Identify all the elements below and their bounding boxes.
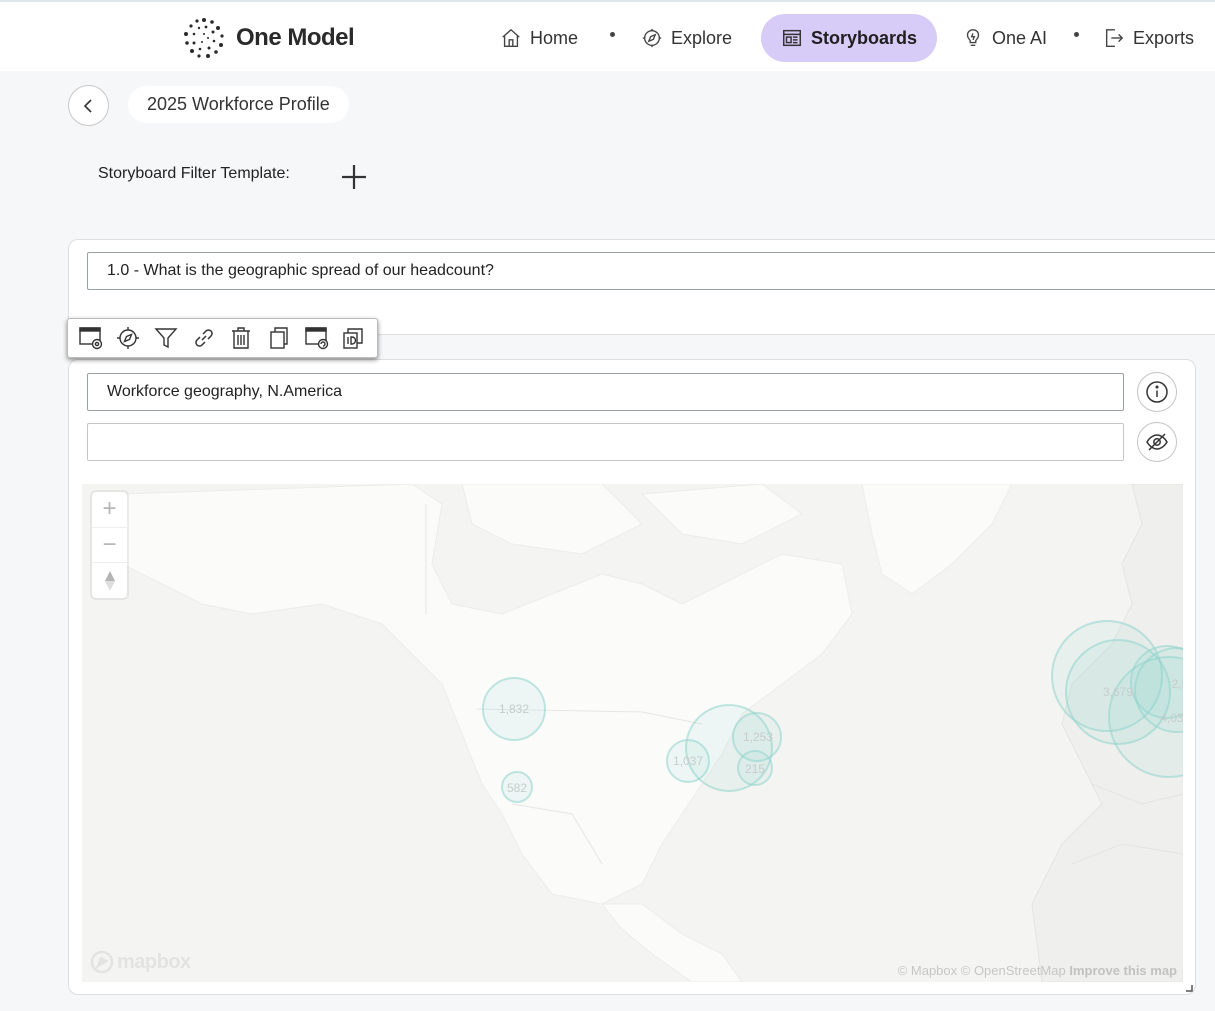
tile-refresh-icon (304, 327, 328, 350)
bubble-label: 1,832 (499, 702, 529, 716)
nav-explore[interactable]: Explore (641, 14, 732, 62)
nav-separator (610, 32, 615, 37)
link-button[interactable] (189, 323, 219, 353)
info-button[interactable] (1137, 372, 1177, 412)
link-icon (194, 329, 213, 347)
lightbulb-icon (966, 29, 980, 47)
logo-text: One Model (236, 24, 355, 51)
bubble-label: 582 (507, 781, 527, 795)
nav-storyboards[interactable]: Storyboards (761, 14, 938, 62)
nav-one-ai[interactable]: One AI (962, 14, 1047, 62)
chevron-left-icon (83, 98, 92, 113)
explore-tile-button[interactable] (113, 323, 143, 353)
tile-settings-button[interactable] (76, 323, 106, 353)
storyboard-icon (783, 29, 801, 47)
zoom-out-button[interactable]: − (92, 528, 127, 564)
tile-subtitle-field[interactable] (87, 423, 1124, 461)
zoom-in-button[interactable]: + (92, 492, 127, 528)
map-zoom-controls: + − (92, 492, 127, 598)
explore-icon (117, 327, 140, 349)
tile-settings-icon (79, 327, 103, 350)
visibility-toggle-button[interactable] (1137, 422, 1177, 462)
delete-icon (232, 327, 251, 349)
nav-home[interactable]: Home (500, 14, 578, 62)
section-title-field[interactable]: 1.0 - What is the geographic spread of o… (87, 252, 1215, 290)
compass-needle-icon (104, 570, 115, 591)
compass-reset-button[interactable] (92, 563, 127, 598)
nav-storyboards-label: Storyboards (811, 27, 918, 48)
improve-map-link[interactable]: Improve this map (1069, 963, 1177, 978)
eye-off-icon (1146, 433, 1168, 451)
filter-icon (154, 328, 178, 349)
compass-icon (642, 28, 662, 48)
filter-button[interactable] (151, 323, 181, 353)
copy-icon (270, 327, 288, 349)
filter-template-label: Storyboard Filter Template: (98, 165, 290, 182)
delete-button[interactable] (226, 323, 256, 353)
plus-icon (342, 165, 366, 189)
copy-button[interactable] (264, 323, 294, 353)
logo[interactable]: One Model (182, 16, 355, 60)
tile-refresh-button[interactable] (302, 323, 332, 353)
bubble-label: 215 (745, 762, 765, 776)
map-attribution: © Mapbox © OpenStreetMap Improve this ma… (898, 963, 1177, 978)
tile-resize-handle[interactable] (1184, 983, 1194, 993)
tile-title-field[interactable]: Workforce geography, N.America (87, 373, 1124, 411)
one-model-logo-icon (184, 18, 224, 58)
storyboard-title: 2025 Workforce Profile (128, 86, 349, 123)
duplicate-icon (343, 328, 363, 349)
mapbox-icon (90, 950, 114, 974)
top-navigation-bar: One Model Home Explore Storyboards One A… (0, 0, 1215, 71)
bubble-label: 1,037 (673, 754, 703, 768)
back-button[interactable] (68, 85, 109, 126)
mapbox-logo[interactable]: mapbox (90, 950, 191, 974)
bubble-label: 4,03 (1160, 711, 1183, 725)
bubble-label: 2,9 (1172, 677, 1183, 691)
attribution-text: © Mapbox © OpenStreetMap (897, 963, 1066, 978)
nav-exports[interactable]: Exports (1103, 14, 1194, 62)
bubble-label: 3,679 (1103, 685, 1133, 699)
map-basemap: 1,832 582 1,037 1,253 215 3,679 4,03 2,9 (82, 484, 1183, 982)
home-icon (502, 28, 520, 47)
add-filter-button[interactable] (340, 163, 368, 191)
duplicate-button[interactable] (339, 323, 369, 353)
nav-separator (1074, 32, 1079, 37)
nav-home-label: Home (530, 27, 579, 48)
export-icon (1105, 29, 1124, 47)
mapbox-logo-text: mapbox (117, 950, 191, 973)
info-icon (1146, 381, 1168, 403)
map-canvas[interactable]: 1,832 582 1,037 1,253 215 3,679 4,03 2,9… (82, 484, 1183, 982)
nav-one-ai-label: One AI (992, 27, 1048, 48)
tile-toolbar (67, 318, 378, 358)
nav-exports-label: Exports (1133, 27, 1195, 48)
nav-explore-label: Explore (671, 27, 733, 48)
bubble-label: 1,253 (743, 730, 773, 744)
